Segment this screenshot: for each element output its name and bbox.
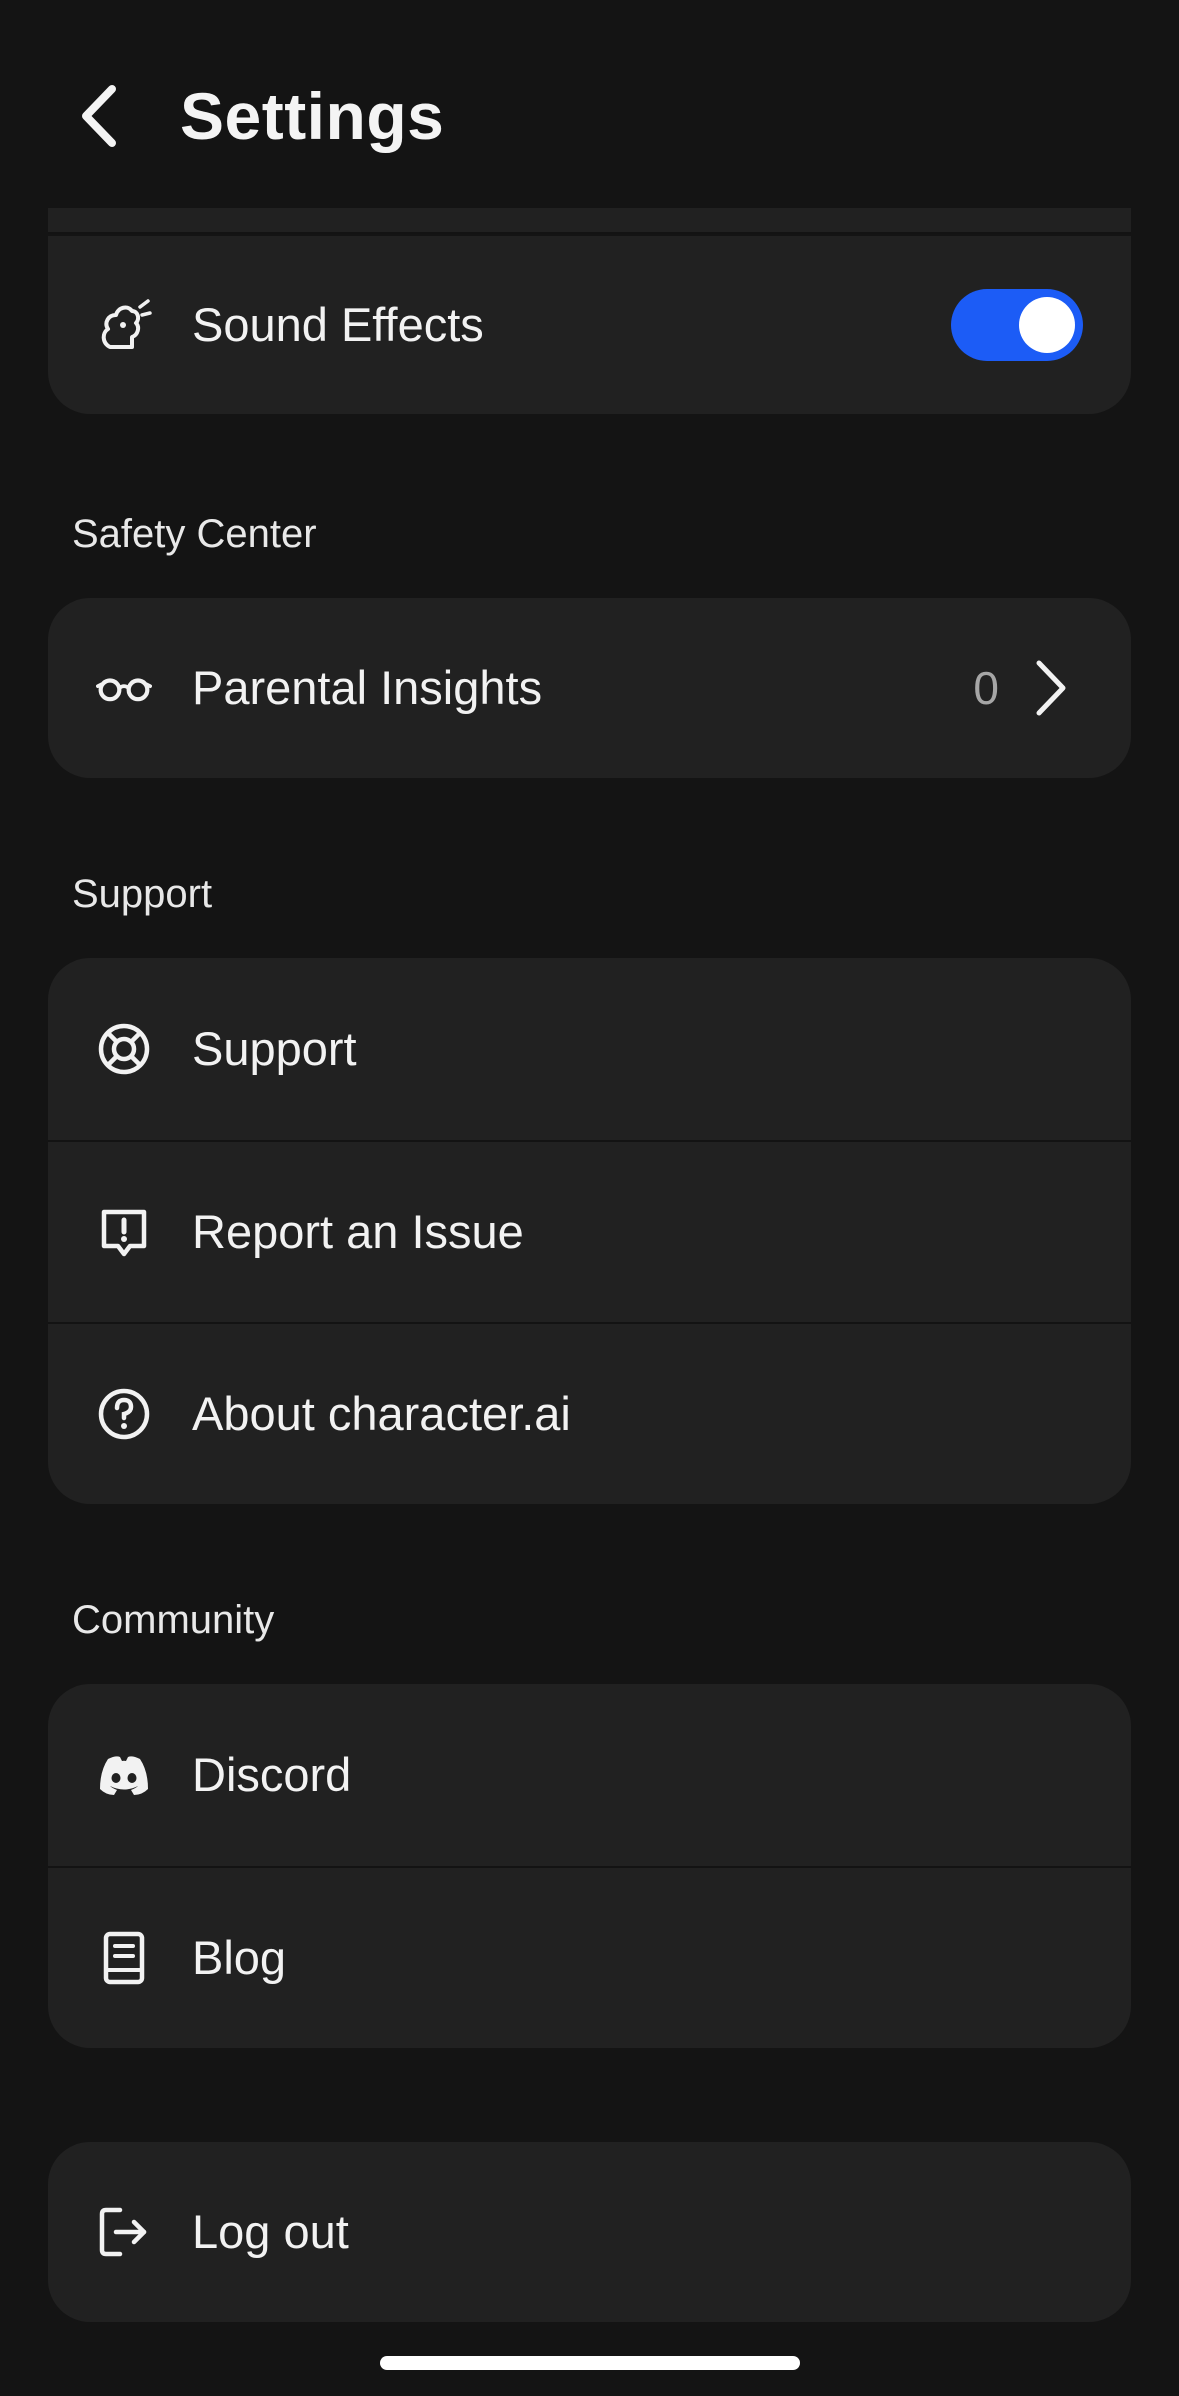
sound-effects-icon	[96, 297, 152, 353]
page-title: Settings	[180, 79, 445, 153]
about-label: About character.ai	[192, 1387, 571, 1440]
logout-icon	[96, 2204, 152, 2260]
toggle-knob	[1019, 297, 1075, 353]
support-heading: Support	[72, 872, 213, 916]
parental-insights-row[interactable]: Parental Insights 0	[48, 598, 1131, 778]
safety-center-card: Parental Insights 0	[48, 598, 1131, 778]
app-header: Settings	[0, 0, 1179, 208]
parental-insights-count: 0	[973, 662, 999, 714]
support-label: Support	[192, 1022, 357, 1075]
sound-effects-row[interactable]: Sound Effects	[48, 236, 1131, 414]
support-card: Support Report an Issue About character.…	[48, 958, 1131, 1504]
chevron-right-icon	[1031, 658, 1071, 718]
discord-icon	[96, 1747, 152, 1803]
sound-effects-label: Sound Effects	[192, 298, 484, 351]
help-circle-icon	[96, 1386, 152, 1442]
blog-row[interactable]: Blog	[48, 1866, 1131, 2048]
chevron-left-icon	[82, 85, 116, 147]
sound-effects-card: Sound Effects	[48, 236, 1131, 414]
discord-label: Discord	[192, 1748, 352, 1801]
home-indicator[interactable]	[380, 2356, 800, 2370]
book-icon	[96, 1930, 152, 1986]
lifebuoy-icon	[96, 1021, 152, 1077]
logout-label: Log out	[192, 2205, 349, 2258]
blog-label: Blog	[192, 1931, 287, 1984]
report-issue-row[interactable]: Report an Issue	[48, 1140, 1131, 1322]
discord-row[interactable]: Discord	[48, 1684, 1131, 1866]
parental-insights-label: Parental Insights	[192, 661, 543, 714]
community-card: Discord Blog	[48, 1684, 1131, 2048]
logout-row[interactable]: Log out	[48, 2142, 1131, 2322]
report-issue-label: Report an Issue	[192, 1205, 524, 1258]
previous-card-edge	[48, 208, 1131, 234]
support-row[interactable]: Support	[48, 958, 1131, 1140]
report-issue-icon	[96, 1204, 152, 1260]
about-row[interactable]: About character.ai	[48, 1322, 1131, 1504]
back-button[interactable]	[62, 72, 134, 160]
sound-effects-toggle[interactable]	[951, 289, 1083, 361]
safety-center-heading: Safety Center	[72, 512, 317, 556]
glasses-icon	[96, 660, 152, 716]
community-heading: Community	[72, 1598, 275, 1642]
logout-card: Log out	[48, 2142, 1131, 2322]
